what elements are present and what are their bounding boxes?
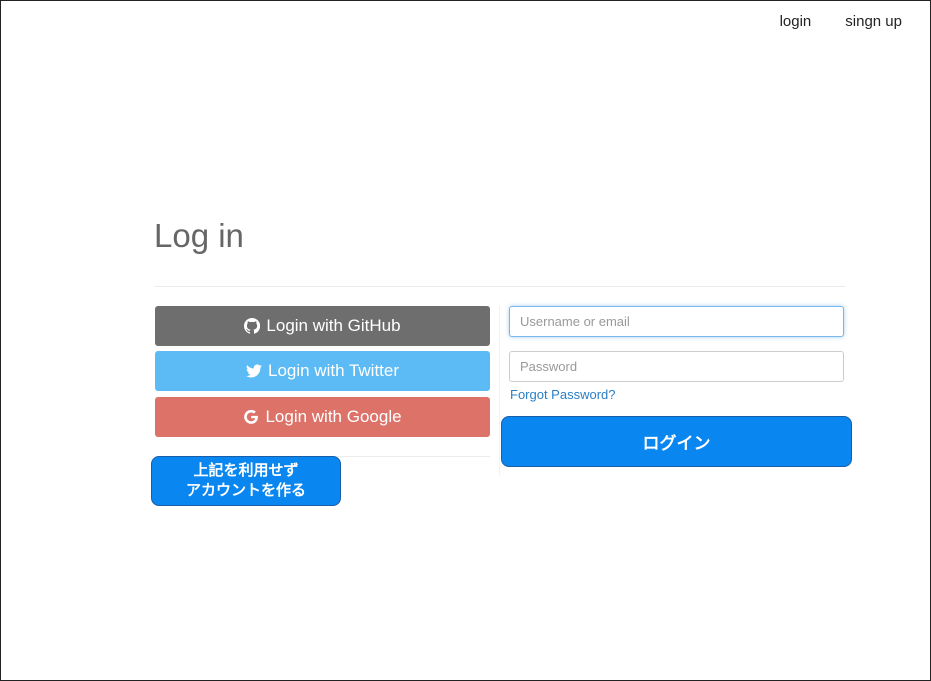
password-input[interactable]: [509, 351, 844, 382]
create-account-line1: 上記を利用せず: [193, 462, 299, 479]
login-github-button[interactable]: Login with GitHub: [155, 306, 490, 346]
login-github-label: Login with GitHub: [266, 316, 401, 335]
login-twitter-label: Login with Twitter: [267, 361, 400, 380]
nav-login-link[interactable]: login: [780, 13, 812, 30]
forgot-password-link[interactable]: Forgot Password?: [510, 387, 616, 402]
top-nav: login singn up: [780, 13, 902, 30]
column-divider: [499, 306, 500, 476]
github-icon: [244, 318, 261, 334]
google-icon: [243, 409, 259, 425]
login-google-label: Login with Google: [265, 407, 402, 426]
login-google-button[interactable]: Login with Google: [155, 397, 490, 437]
title-divider: [154, 286, 845, 287]
create-account-button[interactable]: 上記を利用せず アカウントを作る: [151, 456, 341, 506]
nav-signup-link[interactable]: singn up: [845, 13, 902, 30]
page-title: Log in: [154, 217, 244, 254]
twitter-icon: [245, 363, 262, 379]
create-account-line2: アカウントを作る: [185, 482, 306, 499]
login-submit-label: ログイン: [642, 434, 711, 453]
login-submit-button[interactable]: ログイン: [501, 416, 852, 467]
page-frame: login singn up Log in Login with GitHub …: [0, 0, 931, 681]
username-input[interactable]: [509, 306, 844, 337]
login-twitter-button[interactable]: Login with Twitter: [155, 351, 490, 391]
